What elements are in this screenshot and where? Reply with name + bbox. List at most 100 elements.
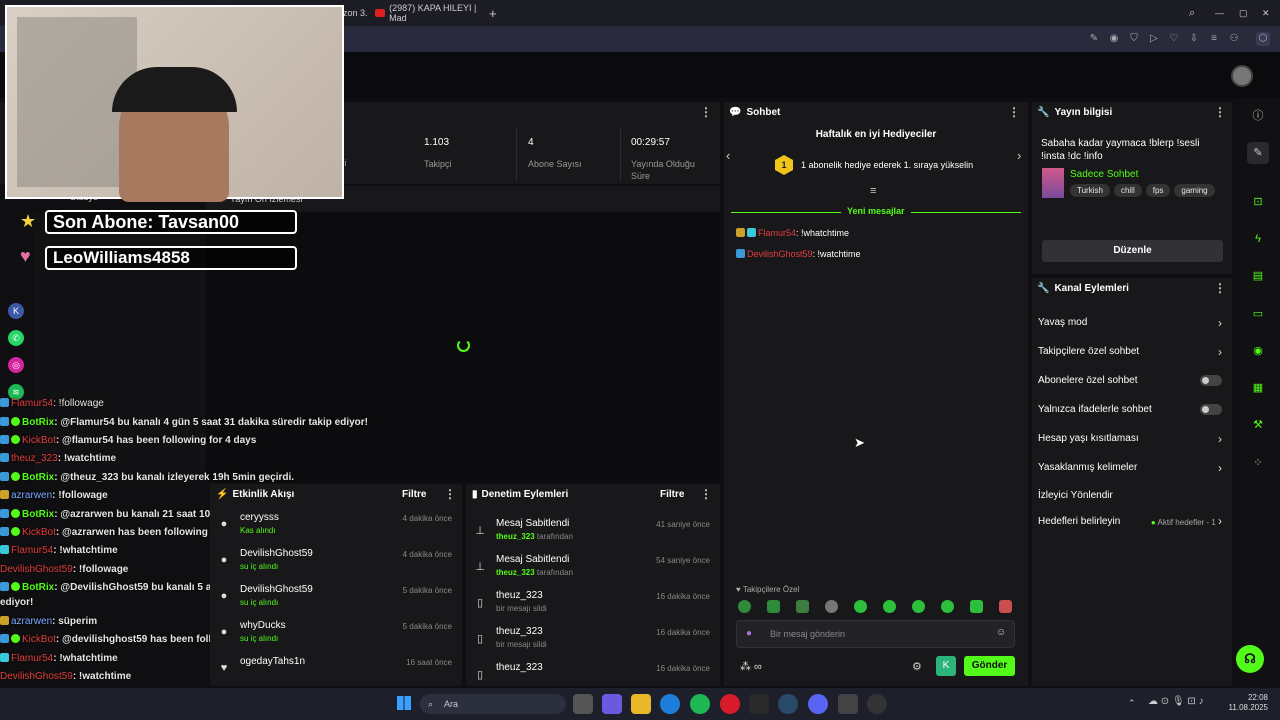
- discord-icon[interactable]: [808, 694, 828, 714]
- maximize-button[interactable]: ▢: [1239, 4, 1248, 22]
- activity-row[interactable]: ● DevilishGhost59 su iç alındı 4 dakika önc…: [210, 544, 462, 580]
- emote-icon[interactable]: [970, 600, 983, 613]
- chevron-right-icon[interactable]: ›: [1017, 148, 1021, 163]
- tray-icons[interactable]: ☁ ⊙ 🎙 ⊡ ♪: [1148, 696, 1204, 707]
- emote-icon[interactable]: [941, 600, 954, 613]
- moderation-row[interactable]: ⊥ Mesaj Sabitlendi theuz_323 tarafından 54 …: [466, 550, 720, 586]
- activity-menu-icon[interactable]: ⋮: [444, 487, 456, 501]
- profile-icon[interactable]: ⚇: [1227, 32, 1241, 46]
- goals-row[interactable]: Hedefleri belirleyin ● Aktif hedefler - 1…: [1032, 508, 1232, 534]
- instagram-icon[interactable]: ◎: [8, 357, 24, 373]
- activity-row[interactable]: ● ceryysss Kas alındı 4 dakika önce: [210, 508, 462, 544]
- tag[interactable]: gaming: [1174, 184, 1215, 197]
- moderation-row[interactable]: ▯ theuz_323 bir mesajı sildi 16 dakika önce: [466, 586, 720, 622]
- subscribers-only-row[interactable]: Abonelere özel sohbet: [1032, 366, 1232, 395]
- activity-row[interactable]: ● whyDucks su iç alındı 5 dakika önce: [210, 616, 462, 652]
- chat-menu-icon[interactable]: ⋮: [1008, 105, 1020, 119]
- edit-icon[interactable]: ✎: [1087, 32, 1101, 46]
- followers-only-row[interactable]: Takipçilere özel sohbet ›: [1032, 337, 1232, 366]
- task-view-icon[interactable]: [573, 694, 593, 714]
- add-widget-icon[interactable]: ⁘: [1247, 452, 1269, 474]
- tab-active[interactable]: (2987) KAPA HİLEYİ | Mad: [375, 4, 480, 22]
- pencil-icon[interactable]: ✎: [1247, 142, 1269, 164]
- browser-search-icon[interactable]: ⌕: [1189, 4, 1195, 22]
- wrench-icon[interactable]: ⚒: [1247, 414, 1269, 436]
- download-icon[interactable]: ⇩: [1187, 32, 1201, 46]
- close-window-button[interactable]: ✕: [1262, 4, 1270, 22]
- support-icon[interactable]: ☊: [1236, 645, 1264, 673]
- edit-button[interactable]: Düzenle: [1042, 240, 1223, 262]
- steam-icon[interactable]: [778, 694, 798, 714]
- stream-info-menu-icon[interactable]: ⋮: [1214, 105, 1226, 119]
- chevron-left-icon[interactable]: ‹: [726, 148, 730, 163]
- kick-app-icon[interactable]: K: [8, 303, 24, 319]
- obs-icon[interactable]: [749, 694, 769, 714]
- tag[interactable]: Turkish: [1070, 184, 1110, 197]
- moderation-filter-button[interactable]: Filtre: [660, 489, 684, 500]
- shield-icon[interactable]: ⛉: [1127, 32, 1141, 46]
- windows-start-icon[interactable]: [397, 696, 411, 710]
- mic-icon[interactable]: ●: [746, 628, 752, 639]
- emote-icon[interactable]: [854, 600, 867, 613]
- app-icon[interactable]: [838, 694, 858, 714]
- subscribers-only-toggle[interactable]: [1200, 375, 1222, 386]
- moderation-row[interactable]: ▯ theuz_323 bir mesajı sildi 16 dakika önce: [466, 622, 720, 658]
- points-icon[interactable]: ⁂ ∞: [740, 660, 762, 673]
- play-icon[interactable]: ▷: [1147, 32, 1161, 46]
- category-link[interactable]: Sadece Sohbet: [1070, 169, 1138, 180]
- emote-only-toggle[interactable]: [1200, 404, 1222, 415]
- emote-icon[interactable]: [738, 600, 751, 613]
- info-icon[interactable]: ⓘ: [1247, 105, 1269, 127]
- activity-filter-button[interactable]: Filtre: [402, 489, 426, 500]
- tab-partial[interactable]: zon 3.: [343, 4, 368, 22]
- clock[interactable]: 22:08 11.08.2025: [1218, 693, 1268, 713]
- broadcast-icon[interactable]: ◉: [1247, 340, 1269, 362]
- stats-menu-icon[interactable]: ⋮: [700, 105, 712, 119]
- tag[interactable]: fps: [1145, 184, 1171, 197]
- layout-icon[interactable]: ▦: [1247, 377, 1269, 399]
- new-tab-button[interactable]: +: [489, 4, 497, 22]
- tray-chevron-icon[interactable]: ⌃: [1128, 698, 1136, 709]
- account-age-row[interactable]: Hesap yaşı kısıtlaması ›: [1032, 424, 1232, 453]
- file-explorer-icon[interactable]: [631, 694, 651, 714]
- emote-icon[interactable]: [767, 600, 780, 613]
- chat-icon[interactable]: ▭: [1247, 303, 1269, 325]
- emote-only-row[interactable]: Yalnızca ifadelerle sohbet: [1032, 395, 1232, 424]
- app-icon[interactable]: [867, 694, 887, 714]
- send-button[interactable]: Gönder: [964, 656, 1015, 676]
- emote-icon[interactable]: [796, 600, 809, 613]
- host-viewers-row[interactable]: İzleyici Yönlendir: [1032, 482, 1232, 508]
- emote-icon[interactable]: [912, 600, 925, 613]
- bolt-icon[interactable]: ϟ: [1247, 228, 1269, 250]
- collapse-icon[interactable]: ≡: [870, 185, 876, 197]
- moderation-row[interactable]: ⊥ Mesaj Sabitlendi theuz_323 tarafından 41 …: [466, 514, 720, 550]
- settings-icon[interactable]: ⚙: [912, 660, 922, 673]
- emote-icon[interactable]: [883, 600, 896, 613]
- slow-mode-row[interactable]: Yavaş mod ›: [1032, 308, 1232, 337]
- emote-icon[interactable]: [999, 600, 1012, 613]
- copilot-icon[interactable]: [602, 694, 622, 714]
- moderation-menu-icon[interactable]: ⋮: [700, 487, 712, 501]
- whatsapp-icon[interactable]: ✆: [8, 330, 24, 346]
- kick-bot-icon[interactable]: K: [936, 656, 956, 676]
- activity-row[interactable]: ♥ ogedayTahs1n 16 saat önce: [210, 652, 462, 688]
- menu-icon[interactable]: ≡: [1207, 32, 1221, 46]
- channel-actions-menu-icon[interactable]: ⋮: [1214, 281, 1226, 295]
- emote-icon[interactable]: [825, 600, 838, 613]
- edge-icon[interactable]: [660, 694, 680, 714]
- heart-icon[interactable]: ♡: [1167, 32, 1181, 46]
- spotify-app-icon[interactable]: [690, 694, 710, 714]
- avatar[interactable]: [1231, 65, 1253, 87]
- minimize-button[interactable]: —: [1215, 4, 1224, 22]
- focus-icon[interactable]: ⊡: [1247, 191, 1269, 213]
- emoji-icon[interactable]: ☺: [996, 627, 1006, 638]
- document-icon[interactable]: ▤: [1247, 265, 1269, 287]
- taskbar-search[interactable]: ⌕ Ara: [420, 694, 566, 714]
- banned-words-row[interactable]: Yasaklanmış kelimeler ›: [1032, 453, 1232, 482]
- chat-input[interactable]: ● Bir mesaj gönderin ☺: [736, 620, 1015, 648]
- extension-icon[interactable]: ⬡: [1256, 32, 1270, 46]
- activity-row[interactable]: ● DevilishGhost59 su iç alındı 5 dakika önc…: [210, 580, 462, 616]
- tag[interactable]: chill: [1113, 184, 1142, 197]
- camera-icon[interactable]: ◉: [1107, 32, 1121, 46]
- opera-icon[interactable]: [720, 694, 740, 714]
